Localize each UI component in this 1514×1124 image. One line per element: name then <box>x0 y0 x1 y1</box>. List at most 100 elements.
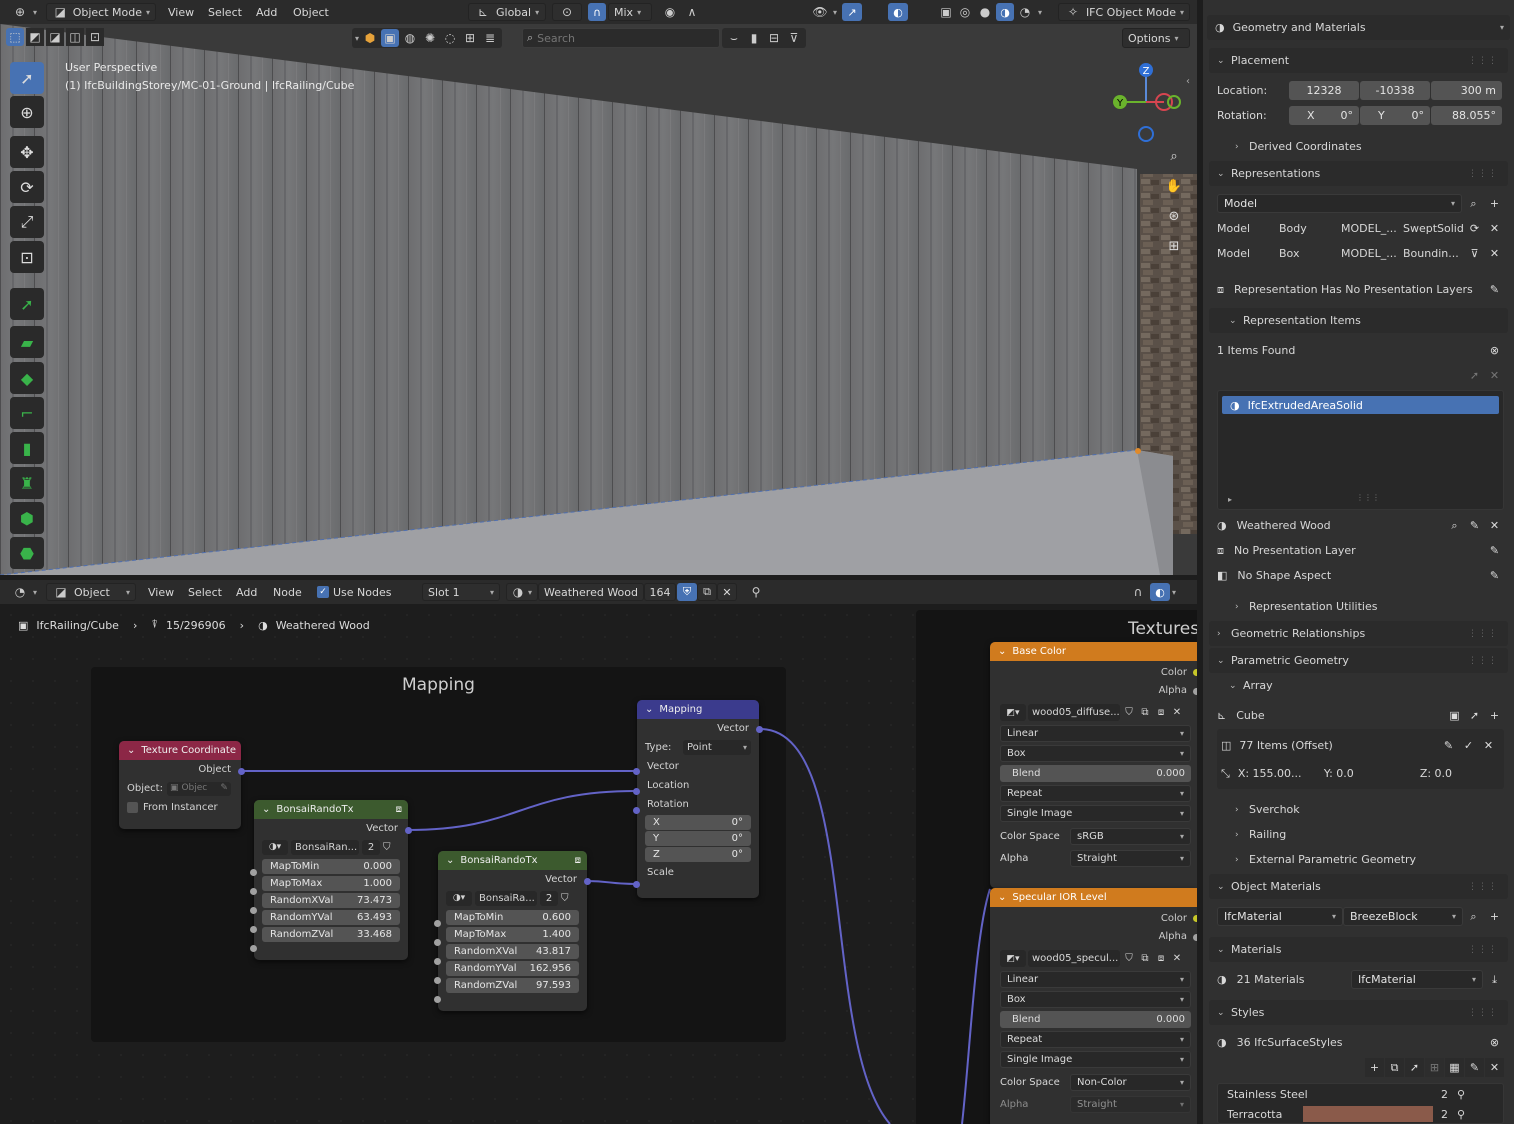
section-parametric-geometry[interactable]: ⌄ Parametric Geometry ⋮⋮⋮ <box>1209 648 1508 673</box>
copy-icon[interactable]: ⧉ <box>1138 953 1152 964</box>
3d-viewport[interactable]: User Perspective (1) IfcBuildingStorey/M… <box>0 24 1197 575</box>
shield-icon[interactable]: ⛉ <box>383 838 391 857</box>
socket-in[interactable] <box>250 888 257 895</box>
list-item[interactable]: ◑ IfcExtrudedAreaSolid <box>1222 396 1499 414</box>
expand-icon[interactable]: ▸ <box>1228 495 1232 504</box>
shield-icon[interactable]: ⛉ <box>1122 707 1136 718</box>
node-texture-coordinate[interactable]: ⌄ Texture Coordinate Object Object: ▣ Objec… <box>119 741 241 829</box>
field-randomy[interactable]: RandomYVal 162.956 <box>446 961 579 976</box>
node-menu-add[interactable]: Add <box>231 583 262 601</box>
zoom-button[interactable]: ⌕ <box>1162 144 1186 168</box>
add-icon[interactable]: + <box>1485 907 1504 926</box>
socket-in[interactable] <box>250 926 257 933</box>
visibility-button[interactable]: 👁 ▾ <box>806 3 842 21</box>
blend-field[interactable]: Blend 0.000 <box>1000 765 1191 782</box>
select-new-icon[interactable]: ⬚ <box>6 28 24 46</box>
navigation-gizmo[interactable]: Z Y <box>1106 60 1186 144</box>
socket-vector-out[interactable] <box>756 726 763 733</box>
mode-dropdown[interactable]: ◪ Object Mode ▾ <box>46 3 156 21</box>
open-image-icon[interactable]: ⧈ <box>1154 953 1168 964</box>
shading-solid-button[interactable]: ● <box>976 3 994 21</box>
select-invert-icon[interactable]: ◫ <box>66 28 84 46</box>
group-browse-button[interactable]: ◑▾ <box>446 891 472 906</box>
filter-mesh-icon[interactable]: ◍ <box>401 29 419 47</box>
image-name-field[interactable]: wood05_specul... <box>1028 950 1120 967</box>
checker-icon[interactable]: ▦ <box>1445 1058 1464 1077</box>
pan-button[interactable]: ✋ <box>1162 174 1186 198</box>
overlay-toggle[interactable]: ◐ <box>888 3 908 21</box>
menu-view[interactable]: View <box>163 3 199 21</box>
node-bonsai-rando-2[interactable]: ⌄ BonsaiRandoTx ⧈ Vector ◑▾ BonsaiRa... 2 … <box>438 851 587 1011</box>
search-icon[interactable]: ⌕ <box>1464 194 1483 213</box>
bookmark-icon[interactable]: ▮ <box>745 29 763 47</box>
socket-in[interactable] <box>434 920 441 927</box>
collapse-icon[interactable]: ⌣ <box>725 29 743 47</box>
material-type-dropdown[interactable]: IfcMaterial ▾ <box>1217 907 1343 926</box>
node-overlay-dropdown[interactable]: ▾ <box>1172 583 1176 601</box>
node-bonsai-rando-1[interactable]: ⌄ BonsaiRandoTx ⧈ Vector ◑▾ BonsaiRan... 2… <box>254 800 408 960</box>
socket-vector-in[interactable] <box>633 768 640 775</box>
copy-icon[interactable]: ⧉ <box>1385 1058 1404 1077</box>
socket-in[interactable] <box>250 945 257 952</box>
section-geometric-relationships[interactable]: › Geometric Relationships ⋮⋮⋮ <box>1209 621 1508 646</box>
shield-icon[interactable]: ⛉ <box>561 889 569 908</box>
assign-icon[interactable]: ⊞ <box>1425 1058 1444 1077</box>
eyedropper-icon[interactable]: ✎ <box>220 779 231 798</box>
snap-toggle[interactable]: ∩ <box>588 3 606 21</box>
field-randomy[interactable]: RandomYVal 63.493 <box>262 910 400 925</box>
section-sverchok[interactable]: › Sverchok <box>1209 797 1508 822</box>
close-icon[interactable]: ✕ <box>1485 244 1504 263</box>
panel-selector[interactable]: ◑ Geometry and Materials ▾ <box>1207 15 1510 40</box>
filter-world-icon[interactable]: ◌ <box>441 29 459 47</box>
socket-in[interactable] <box>434 939 441 946</box>
socket-vector-out[interactable] <box>405 827 412 834</box>
duplicate-material-button[interactable]: ⧉ <box>697 583 717 601</box>
ortho-toggle-button[interactable]: ⊞ <box>1162 234 1186 258</box>
interpolation-dropdown[interactable]: Linear ▾ <box>1000 971 1191 988</box>
image-name-field[interactable]: wood05_diffuse... <box>1028 704 1120 721</box>
rotation-y-field[interactable]: Y 0° <box>645 831 751 846</box>
projection-dropdown[interactable]: Box ▾ <box>1000 991 1191 1008</box>
camera-view-button[interactable]: ⊛ <box>1162 204 1186 228</box>
location-x-field[interactable]: 12328 <box>1289 81 1359 100</box>
rotation-x-field[interactable]: X 0° <box>1289 106 1359 125</box>
node-overlay-toggle[interactable]: ◐ <box>1150 583 1170 601</box>
filter-icon[interactable]: ⊽ <box>1465 244 1484 263</box>
section-representations[interactable]: ⌄ Representations ⋮⋮⋮ <box>1209 161 1508 186</box>
collapse-chevron-icon[interactable]: ⌄ <box>127 741 135 760</box>
sidebar-toggle-icon[interactable]: ‹ <box>1186 76 1190 87</box>
collapse-chevron-icon[interactable]: ⌄ <box>262 800 270 819</box>
group-name-field[interactable]: BonsaiRa... <box>475 891 537 906</box>
select-extend-icon[interactable]: ◩ <box>26 28 44 46</box>
rep-row-box[interactable]: Model Box MODEL_... Boundin... <box>1209 241 1508 266</box>
edit-icon[interactable]: ✎ <box>1485 566 1504 585</box>
field-maptomin[interactable]: MapToMin 0.600 <box>446 910 579 925</box>
node-mapping[interactable]: ⌄ Mapping Vector Type: Point ▾ Vector Locat… <box>637 700 759 898</box>
section-railing[interactable]: › Railing <box>1209 822 1508 847</box>
colorspace-dropdown[interactable]: sRGB ▾ <box>1070 827 1191 845</box>
shader-type-dropdown[interactable]: ◪ Object ▾ <box>46 583 136 601</box>
attach-icon[interactable]: ⚲ <box>1457 1088 1465 1101</box>
node-editor-type-button[interactable]: ◔ ▾ <box>6 583 42 601</box>
field-maptomin[interactable]: MapToMin 0.000 <box>262 859 400 874</box>
snap-mode-dropdown[interactable]: Mix ▾ <box>608 3 652 21</box>
edit-icon[interactable]: ✎ <box>1465 1058 1484 1077</box>
filter-light-icon[interactable]: ✺ <box>421 29 439 47</box>
socket-in[interactable] <box>250 907 257 914</box>
select-icon[interactable]: ➚ <box>1405 1058 1424 1077</box>
shading-rendered-button[interactable]: ◔ ▾ <box>1016 3 1042 21</box>
tool-wall[interactable]: ▰ <box>10 326 44 358</box>
close-circle-icon[interactable]: ⊗ <box>1485 1033 1504 1052</box>
projection-dropdown[interactable]: Box ▾ <box>1000 745 1191 762</box>
tool-ifc-select[interactable]: ➚ <box>10 288 44 320</box>
attach-icon[interactable]: ⚲ <box>1457 1108 1465 1121</box>
section-representation-utilities[interactable]: › Representation Utilities <box>1209 594 1508 619</box>
type-dropdown[interactable]: Point ▾ <box>683 740 751 755</box>
materials-filter-dropdown[interactable]: IfcMaterial ▾ <box>1351 970 1483 989</box>
tool-select-box[interactable]: ➚ <box>10 62 44 94</box>
section-object-materials[interactable]: ⌄ Object Materials ⋮⋮⋮ <box>1209 874 1508 899</box>
node-menu-select[interactable]: Select <box>183 583 227 601</box>
layout-icon[interactable]: ⊟ <box>765 29 783 47</box>
section-representation-items[interactable]: ⌄ Representation Items <box>1209 308 1508 333</box>
rotation-x-field[interactable]: X 0° <box>645 815 751 830</box>
